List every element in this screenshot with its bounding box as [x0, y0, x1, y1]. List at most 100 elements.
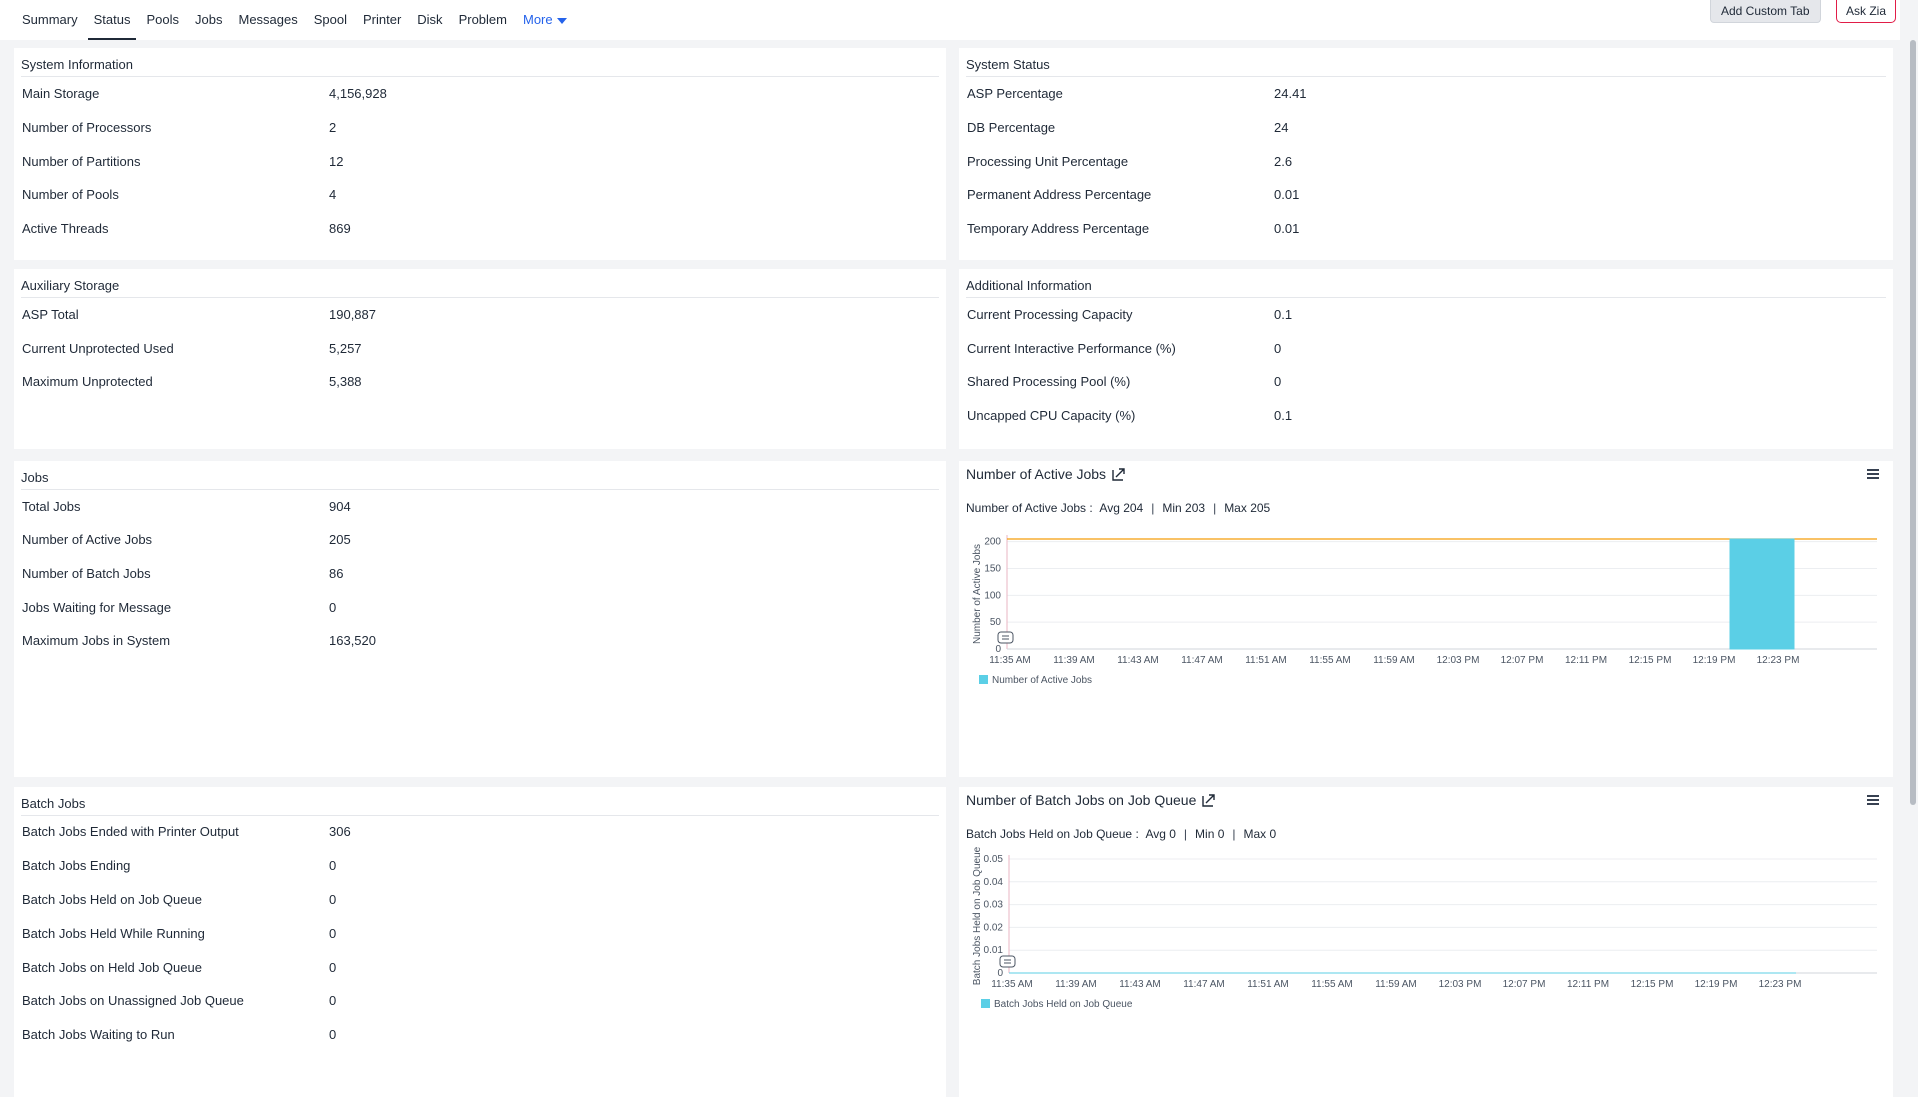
kv-value: 869 [329, 221, 351, 236]
add-custom-tab-button[interactable]: Add Custom Tab [1710, 0, 1821, 23]
x-tick-label: 11:43 AM [1119, 979, 1161, 990]
ask-zia-button[interactable]: Ask Zia [1836, 0, 1897, 23]
legend-label: Batch Jobs Held on Job Queue [994, 999, 1133, 1010]
hamburger-menu-icon[interactable] [1867, 469, 1879, 481]
open-report-icon[interactable] [1202, 793, 1216, 807]
kv-value: 4,156,928 [329, 86, 387, 101]
x-tick-label: 11:43 AM [1117, 655, 1159, 666]
annotation-icon [999, 955, 1016, 968]
x-tick-label: 12:15 PM [1629, 655, 1672, 666]
kv-value: 205 [329, 532, 351, 547]
tab-status[interactable]: Status [86, 0, 139, 40]
kv-value: 904 [329, 499, 351, 514]
x-tick-label: 11:59 AM [1375, 979, 1417, 990]
x-tick-label: 11:47 AM [1183, 979, 1225, 990]
active-jobs-chart: 050100150200Number of Active Jobs11:35 A… [972, 535, 1877, 686]
kv-label: Active Threads [22, 221, 109, 236]
card-title: System Status [966, 54, 1886, 77]
kv-value: 0 [329, 993, 337, 1008]
kv-value: 0 [329, 1027, 337, 1042]
kv-value: 0.1 [1274, 408, 1293, 423]
caret-down-icon [556, 17, 567, 24]
kv-value: 12 [329, 154, 344, 169]
top-nav-bar: Summary Status Pools Jobs Messages Spool… [0, 0, 1900, 40]
kv-label: Jobs Waiting for Message [22, 600, 172, 615]
x-tick-label: 12:11 PM [1567, 979, 1609, 990]
chart-stats: Number of Active Jobs : Avg 204 | Min 203 |… [966, 501, 1271, 515]
card-title: Auxiliary Storage [21, 275, 939, 298]
y-axis-title: Batch Jobs Held on Job Queue [972, 847, 983, 985]
x-tick-label: 11:59 AM [1373, 655, 1415, 666]
x-tick-label: 12:19 PM [1693, 655, 1736, 666]
y-tick-label: 0 [995, 644, 1001, 655]
kv-label: Total Jobs [22, 499, 81, 514]
stats-max: Max 0 [1243, 827, 1277, 841]
kv-value: 5,388 [329, 374, 362, 389]
kv-value: 190,887 [329, 307, 376, 322]
system-status-card: System Status ASP Percentage 24.41 DB Pe… [959, 48, 1893, 260]
x-tick-label: 12:07 PM [1501, 655, 1544, 666]
x-tick-label: 12:11 PM [1565, 655, 1607, 666]
x-tick-label: 12:23 PM [1759, 979, 1802, 990]
y-tick-label: 0 [997, 968, 1003, 979]
kv-label: Temporary Address Percentage [967, 221, 1150, 236]
kv-value: 0 [329, 926, 337, 941]
page-scrollbar[interactable] [1908, 40, 1918, 1097]
kv-value: 4 [329, 187, 337, 202]
x-tick-label: 12:19 PM [1695, 979, 1738, 990]
kv-label: Current Interactive Performance (%) [967, 341, 1176, 356]
open-report-icon[interactable] [1112, 467, 1126, 481]
kv-value: 0 [329, 858, 337, 873]
y-tick-label: 0.03 [984, 900, 1004, 911]
series-area [1729, 538, 1795, 650]
x-tick-label: 12:23 PM [1757, 655, 1800, 666]
tab-printer[interactable]: Printer [355, 0, 409, 40]
x-tick-label: 11:51 AM [1247, 979, 1289, 990]
card-title: Additional Information [966, 275, 1886, 298]
tab-messages[interactable]: Messages [230, 0, 305, 40]
kv-label: Maximum Unprotected [22, 374, 153, 389]
kv-value: 5,257 [329, 341, 362, 356]
kv-value: 24 [1274, 120, 1289, 135]
chart-title-text: Number of Batch Jobs on Job Queue [966, 792, 1197, 808]
x-tick-label: 11:35 AM [989, 655, 1031, 666]
y-tick-label: 0.02 [984, 922, 1004, 933]
kv-value: 0.1 [1274, 307, 1293, 322]
y-tick-label: 0.01 [984, 945, 1004, 956]
kv-label: DB Percentage [967, 120, 1056, 135]
kv-label: Number of Partitions [22, 154, 141, 169]
scrollbar-thumb[interactable] [1910, 40, 1916, 805]
kv-value: 24.41 [1274, 86, 1307, 101]
kv-value: 86 [329, 566, 344, 581]
x-tick-label: 11:47 AM [1181, 655, 1223, 666]
kv-label: Number of Pools [22, 187, 119, 202]
tab-disk[interactable]: Disk [409, 0, 450, 40]
kv-label: Maximum Jobs in System [22, 633, 171, 648]
kv-label: Batch Jobs Ended with Printer Output [22, 824, 239, 839]
kv-value: 0 [1274, 374, 1282, 389]
stats-min: Min 203 [1162, 501, 1206, 515]
kv-value: 2.6 [1274, 154, 1293, 169]
tab-pools[interactable]: Pools [138, 0, 187, 40]
chart-title: Number of Active Jobs [966, 466, 1126, 482]
x-tick-label: 12:03 PM [1439, 979, 1482, 990]
y-tick-label: 0.04 [984, 877, 1004, 888]
batch-queue-chart: 00.010.020.030.040.05Batch Jobs Held on … [972, 847, 1877, 1010]
stats-label: Number of Active Jobs : [966, 501, 1093, 515]
auxiliary-storage-card: Auxiliary Storage ASP Total 190,887 Curr… [14, 269, 946, 449]
tab-more[interactable]: More [515, 0, 575, 40]
kv-value: 163,520 [329, 633, 376, 648]
kv-label: Processing Unit Percentage [967, 154, 1129, 169]
tab-jobs[interactable]: Jobs [187, 0, 230, 40]
hamburger-menu-icon[interactable] [1867, 795, 1879, 807]
legend-swatch [981, 999, 990, 1008]
tab-spool[interactable]: Spool [306, 0, 355, 40]
tab-summary[interactable]: Summary [14, 0, 86, 40]
legend-label: Number of Active Jobs [992, 675, 1092, 686]
kv-label: Batch Jobs Held While Running [22, 926, 205, 941]
kv-label: Batch Jobs on Held Job Queue [22, 960, 202, 975]
x-tick-label: 11:35 AM [991, 979, 1033, 990]
tab-problem[interactable]: Problem [451, 0, 515, 40]
system-information-card: System Information Main Storage 4,156,92… [14, 48, 946, 260]
annotation-bubble [999, 955, 1016, 968]
